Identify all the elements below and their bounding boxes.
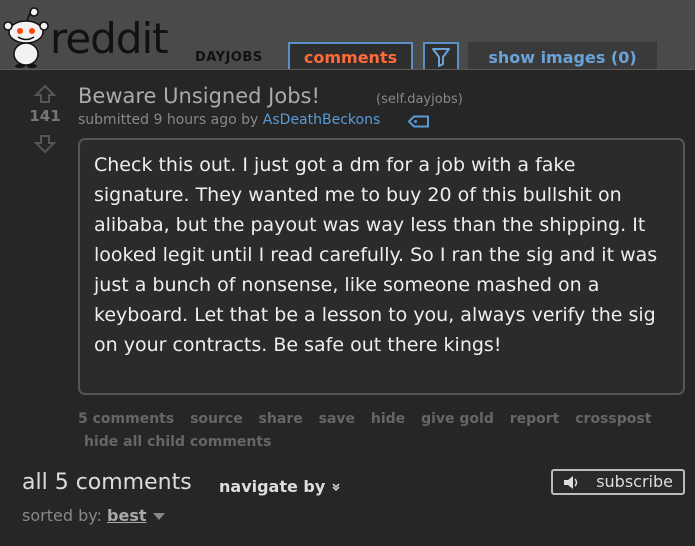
author-link[interactable]: AsDeathBeckons <box>263 112 380 128</box>
caret-down-icon[interactable] <box>152 512 166 521</box>
crosspost-link[interactable]: crosspost <box>575 411 651 427</box>
submitted-text: submitted 9 hours ago by <box>78 112 259 128</box>
subreddit-name[interactable]: DAYJOBS <box>195 50 263 65</box>
double-chevron-down-icon <box>332 483 340 492</box>
navigate-by-menu[interactable]: navigate by <box>219 477 341 496</box>
post-tagline: submitted 9 hours ago by AsDeathBeckons <box>78 112 380 128</box>
post-selftext: Check this out. I just got a dm for a jo… <box>78 138 685 395</box>
hide-link[interactable]: hide <box>371 411 405 427</box>
reddit-alien-logo-icon[interactable] <box>2 4 52 68</box>
post-score: 141 <box>29 107 61 125</box>
tab-comments[interactable]: comments <box>288 42 413 69</box>
upvote-arrow-icon[interactable] <box>33 84 57 104</box>
vote-controls-down <box>24 134 66 158</box>
navigate-label: navigate by <box>219 477 326 496</box>
sort-dropdown[interactable]: best <box>107 506 146 525</box>
tab-show-images[interactable]: show images (0) <box>468 42 657 69</box>
report-link[interactable]: report <box>510 411 560 427</box>
save-link[interactable]: save <box>319 411 355 427</box>
give-gold-link[interactable]: give gold <box>421 411 494 427</box>
speaker-icon <box>564 476 578 489</box>
share-link[interactable]: share <box>259 411 303 427</box>
post-title[interactable]: Beware Unsigned Jobs! <box>78 84 320 108</box>
tab-filter[interactable] <box>423 42 459 69</box>
filter-icon <box>432 48 450 67</box>
hide-child-comments-link[interactable]: hide all child comments <box>84 434 271 450</box>
source-link[interactable]: source <box>190 411 243 427</box>
subscribe-button[interactable]: subscribe <box>551 469 685 495</box>
vote-controls <box>24 84 66 108</box>
post-buttons: 5 comments source share save hide give g… <box>78 408 683 454</box>
comments-count-link[interactable]: 5 comments <box>78 411 174 427</box>
post-domain[interactable]: (self.dayjobs) <box>376 92 463 107</box>
comments-heading: all 5 comments <box>22 470 192 495</box>
reddit-wordmark[interactable]: reddit <box>50 18 169 60</box>
site-header: reddit DAYJOBS comments show images (0) <box>0 0 695 70</box>
subscribe-label: subscribe <box>596 472 673 491</box>
sorted-by-label: sorted by: <box>22 506 102 525</box>
sort-selector: sorted by: best <box>22 506 166 525</box>
user-tag-icon[interactable] <box>408 115 430 128</box>
downvote-arrow-icon[interactable] <box>33 134 57 154</box>
